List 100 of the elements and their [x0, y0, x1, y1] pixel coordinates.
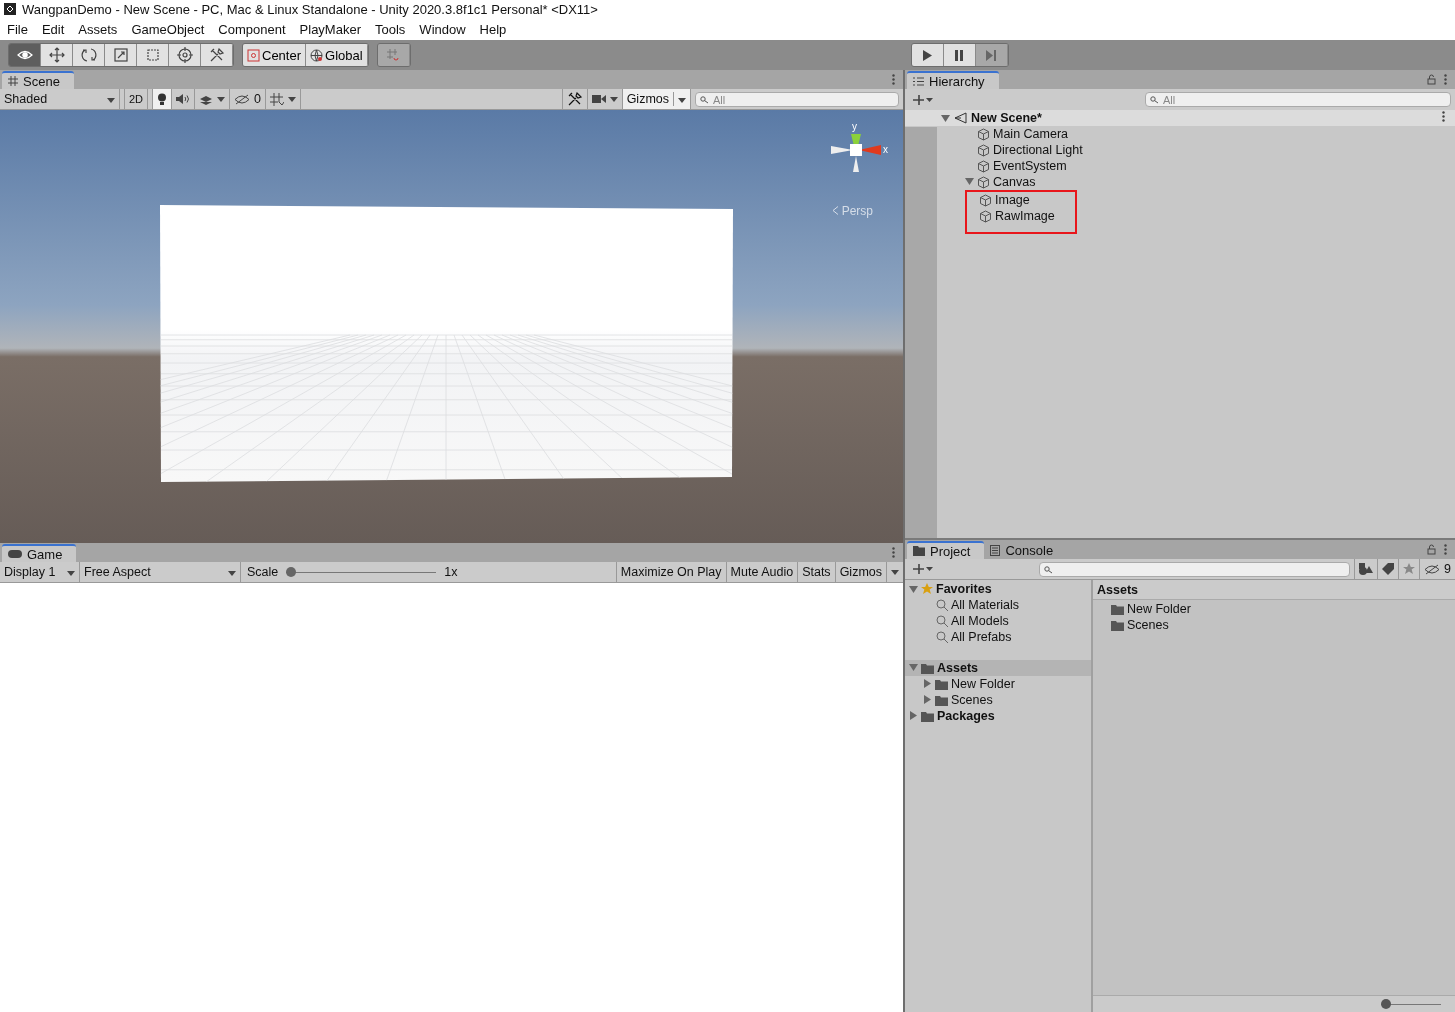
list-icon	[913, 76, 924, 86]
favorite-search-item[interactable]: All Prefabs	[905, 629, 1091, 645]
more-options-icon[interactable]	[1444, 74, 1447, 85]
scale-slider[interactable]	[286, 567, 437, 577]
game-toggle-button[interactable]: Stats	[798, 562, 836, 582]
hierarchy-item[interactable]: EventSystem	[937, 158, 1455, 174]
globe-icon	[310, 48, 324, 62]
cube-icon	[977, 159, 990, 173]
grid-snap-icon	[386, 48, 401, 62]
dropdown-arrow-icon[interactable]	[107, 98, 115, 103]
dropdown-arrow-icon[interactable]	[228, 571, 236, 576]
tool-button[interactable]	[201, 44, 233, 66]
favorite-search-item[interactable]: All Models	[905, 613, 1091, 629]
grid-icon	[270, 92, 284, 106]
menu-item[interactable]: Assets	[78, 21, 118, 37]
tool-button[interactable]	[9, 44, 41, 66]
expand-triangle-icon[interactable]	[941, 113, 950, 123]
star-icon	[921, 583, 933, 595]
pivot-toggle-button[interactable]: Global	[306, 44, 368, 66]
star-icon	[1403, 563, 1416, 575]
hierarchy-item[interactable]: Main Camera	[937, 126, 1455, 142]
game-tab[interactable]: Game	[2, 544, 77, 562]
project-tab[interactable]: Console	[984, 541, 1068, 559]
light-bulb-icon	[157, 93, 168, 105]
project-folder-item[interactable]: Packages	[905, 708, 1091, 724]
search-field[interactable]	[1039, 562, 1351, 577]
move-arrows-icon	[48, 47, 65, 63]
breadcrumb-title: Assets	[1093, 580, 1455, 600]
menu-item[interactable]: File	[7, 21, 28, 37]
menu-item[interactable]: PlayMaker	[299, 21, 361, 37]
game-toggle-button[interactable]: Gizmos	[835, 562, 887, 582]
expand-triangle-icon[interactable]	[965, 177, 974, 186]
display-dropdown[interactable]: Display 1	[0, 562, 80, 582]
lock-icon[interactable]	[1427, 544, 1436, 555]
favorites-header[interactable]: Favorites	[905, 581, 1091, 597]
hierarchy-item[interactable]: Image	[967, 192, 1075, 208]
dropdown-arrow-icon[interactable]	[288, 96, 296, 102]
expand-triangle-icon[interactable]	[909, 584, 918, 594]
game-toggle-button[interactable]: Maximize On Play	[616, 562, 727, 582]
cube-icon	[979, 209, 992, 223]
dropdown-arrow-icon[interactable]	[67, 571, 75, 576]
dropdown-arrow-icon[interactable]	[891, 569, 899, 575]
lock-icon[interactable]	[1427, 74, 1436, 85]
menu-item[interactable]: GameObject	[131, 21, 205, 37]
project-folder-item[interactable]: New Folder	[905, 676, 1091, 692]
hierarchy-item[interactable]: Canvas	[937, 174, 1455, 190]
shading-dropdown[interactable]: Shaded	[0, 89, 120, 109]
folder-icon	[1111, 619, 1124, 631]
project-folder-item[interactable]: Scenes	[905, 692, 1091, 708]
project-folder-item[interactable]: Assets	[905, 660, 1091, 676]
document-icon	[990, 544, 1001, 556]
hidden-packages-toggle[interactable]: 9	[1420, 559, 1455, 579]
aspect-dropdown[interactable]: Free Aspect	[80, 562, 241, 582]
camera-icon	[591, 94, 606, 104]
lighting-toggle[interactable]	[152, 89, 173, 109]
add-icon[interactable]	[913, 564, 934, 574]
tool-button[interactable]	[41, 44, 73, 66]
menu-item[interactable]: Component	[218, 21, 286, 37]
scene-header-row[interactable]: New Scene*	[905, 110, 1455, 126]
hidden-objects-toggle[interactable]: 0	[230, 89, 266, 109]
game-toggle-button[interactable]: Mute Audio	[726, 562, 799, 582]
dropdown-arrow-icon[interactable]	[609, 96, 618, 102]
more-options-icon[interactable]	[892, 74, 895, 85]
more-options-icon[interactable]	[1442, 111, 1445, 122]
menu-item[interactable]: Edit	[41, 21, 65, 37]
search-icon	[936, 599, 948, 611]
chevron-left-icon	[831, 206, 839, 215]
play-icon	[922, 49, 933, 61]
more-options-icon[interactable]	[892, 547, 895, 558]
project-tab[interactable]: Project	[907, 541, 985, 559]
add-icon[interactable]	[913, 94, 934, 105]
scene-tab[interactable]: Scene	[2, 71, 74, 89]
hierarchy-item[interactable]: RawImage	[967, 208, 1075, 224]
tool-button[interactable]	[73, 44, 105, 66]
filter-by-type-button[interactable]	[1354, 559, 1379, 579]
2d-toggle[interactable]: 2D	[124, 89, 149, 109]
dropdown-arrow-icon[interactable]	[217, 96, 226, 102]
expand-triangle-icon[interactable]	[909, 663, 918, 672]
dropdown-arrow-icon[interactable]	[678, 98, 686, 103]
gizmos-dropdown[interactable]: Gizmos	[622, 89, 691, 109]
menu-item[interactable]: Window	[419, 21, 466, 37]
folder-icon	[1111, 603, 1124, 615]
favorite-search-item[interactable]: All Materials	[905, 597, 1091, 613]
playback-button[interactable]	[911, 44, 944, 66]
menu-item[interactable]: Tools	[375, 21, 406, 37]
search-icon	[700, 95, 709, 104]
pivot-toggle-button[interactable]: Center	[243, 44, 307, 66]
zoom-slider[interactable]	[1381, 999, 1441, 1009]
search-icon	[1044, 565, 1053, 574]
tool-button[interactable]	[169, 44, 201, 66]
cube-icon	[977, 127, 990, 141]
playback-button[interactable]	[943, 44, 976, 66]
grid-icon	[8, 76, 18, 86]
hierarchy-item[interactable]: Directional Light	[937, 142, 1455, 158]
asset-folder-item[interactable]: Scenes	[1093, 617, 1455, 633]
menu-item[interactable]: Help	[479, 21, 507, 37]
asset-folder-item[interactable]: New Folder	[1093, 601, 1455, 617]
more-options-icon[interactable]	[1444, 544, 1447, 555]
tools-toggle[interactable]	[561, 89, 588, 109]
hierarchy-tab[interactable]: Hierarchy	[907, 71, 999, 89]
